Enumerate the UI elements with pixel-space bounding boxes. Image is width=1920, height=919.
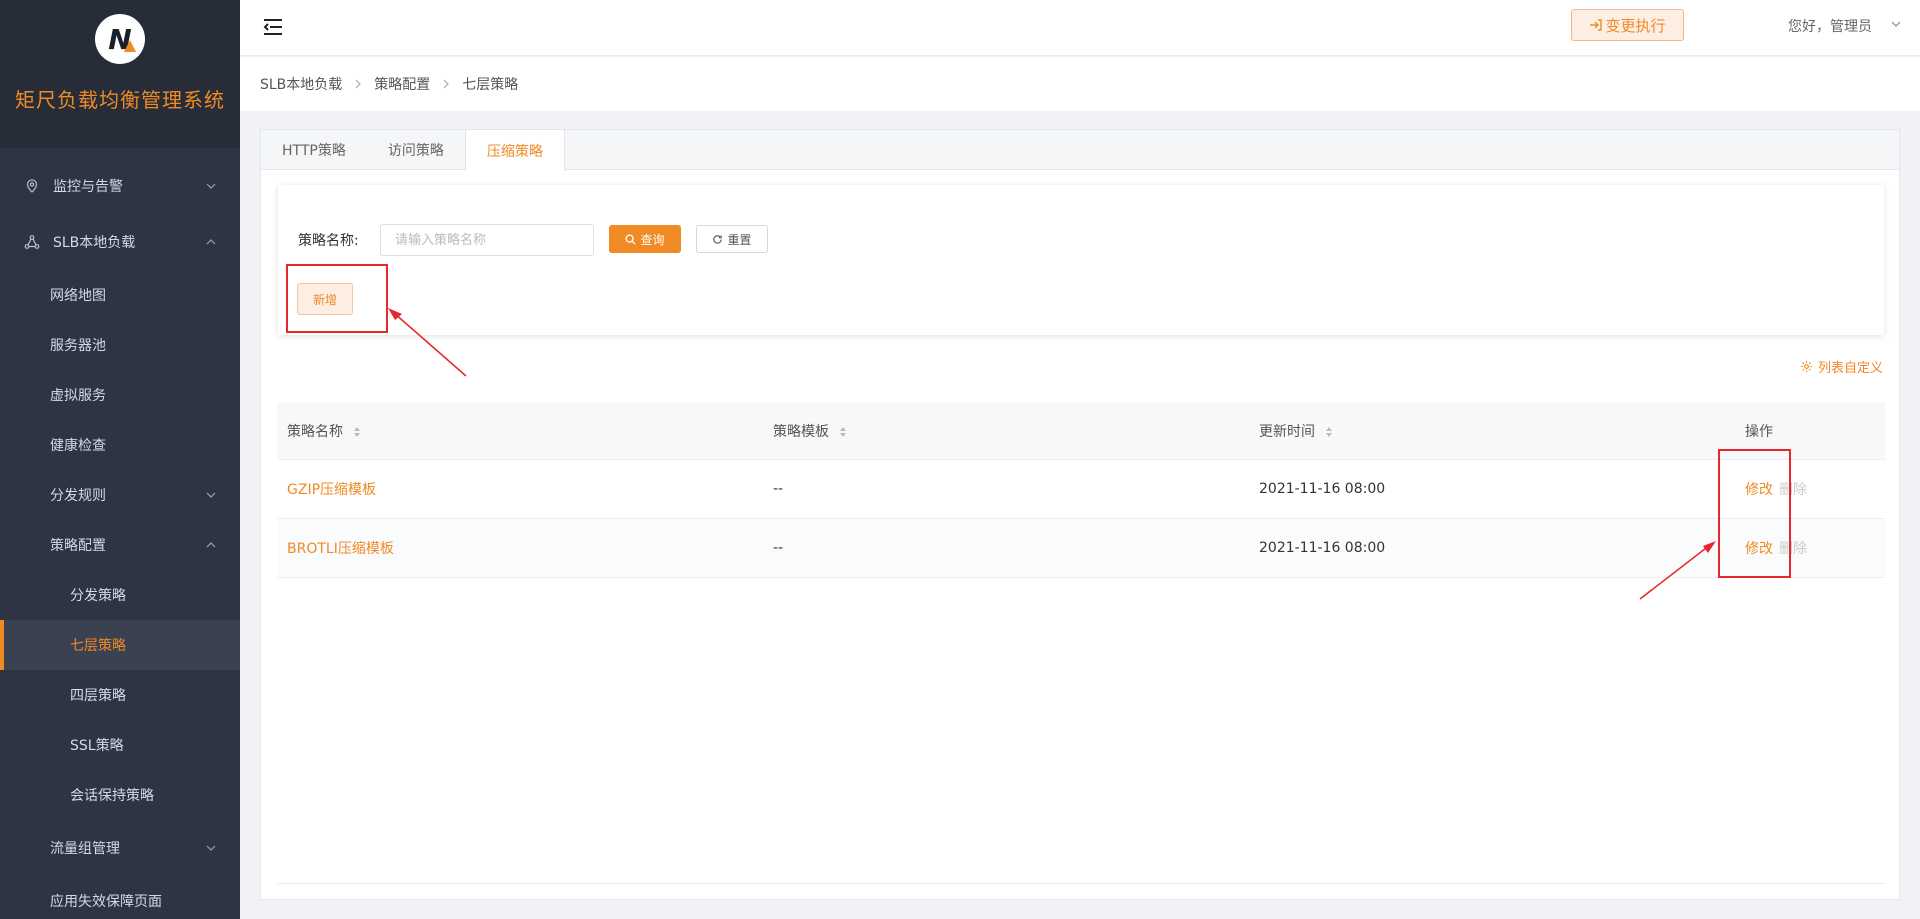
breadcrumb-item[interactable]: 策略配置 [374, 74, 430, 94]
column-header-label: 更新时间 [1259, 423, 1315, 440]
annotation-box-edit [1718, 449, 1791, 578]
sidebar: N 矩尺负载均衡管理系统 监控与告警 SLB本地负载 网络地图 服务器池 虚拟服… [0, 0, 240, 919]
search-card: 策略名称: 查询 重置 新增 [278, 185, 1884, 335]
column-header-actions: 操作 [1735, 421, 1885, 441]
sidebar-item-monitoring[interactable]: 监控与告警 [0, 158, 240, 214]
chevron-up-icon [206, 542, 216, 548]
sidebar-item-virtual-service[interactable]: 虚拟服务 [0, 370, 240, 420]
sidebar-item-failover-page[interactable]: 应用失效保障页面 [0, 876, 240, 919]
column-header-name[interactable]: 策略名称 [277, 421, 763, 441]
chevron-right-icon [355, 79, 362, 89]
sidebar-item-label: 应用失效保障页面 [50, 894, 162, 910]
sidebar-item-server-pool[interactable]: 服务器池 [0, 320, 240, 370]
top-header: 变更执行 您好，管理员 [240, 0, 1920, 56]
sidebar-item-l4-policy[interactable]: 四层策略 [0, 670, 240, 720]
updated-time-cell: 2021-11-16 08:00 [1259, 481, 1386, 497]
sidebar-item-label: 服务器池 [50, 338, 106, 354]
sidebar-item-label: 分发策略 [70, 588, 126, 604]
table-header: 策略名称 策略模板 更新时间 操作 [277, 402, 1885, 460]
sidebar-item-label: 七层策略 [70, 638, 126, 654]
sort-icon[interactable] [353, 426, 361, 438]
settings-icon [1800, 360, 1813, 373]
table-row: GZIP压缩模板 -- 2021-11-16 08:00 修改 删除 [277, 460, 1885, 519]
sidebar-menu: 监控与告警 SLB本地负载 网络地图 服务器池 虚拟服务 健康检查 分发规则 策… [0, 158, 240, 919]
chevron-down-icon [206, 183, 216, 189]
tab-access-policy[interactable]: 访问策略 [367, 130, 465, 170]
sidebar-item-label: 流量组管理 [50, 841, 120, 857]
sidebar-item-l7-policy[interactable]: 七层策略 [0, 620, 240, 670]
column-header-updated[interactable]: 更新时间 [1249, 421, 1735, 441]
sidebar-item-label: SSL策略 [70, 738, 124, 754]
brand: N 矩尺负载均衡管理系统 [0, 0, 240, 148]
policy-name-link[interactable]: BROTLI压缩模板 [287, 541, 394, 557]
user-greeting[interactable]: 您好，管理员 [1788, 16, 1872, 36]
search-label: 策略名称: [298, 233, 359, 249]
sidebar-item-policy-config[interactable]: 策略配置 [0, 520, 240, 570]
chevron-right-icon [443, 79, 450, 89]
menu-fold-icon[interactable] [262, 17, 284, 37]
column-header-label: 操作 [1745, 423, 1773, 440]
reset-button-label: 重置 [727, 232, 752, 247]
annotation-arrow-add [388, 308, 467, 377]
sidebar-item-label: 虚拟服务 [50, 388, 106, 404]
location-icon [26, 179, 38, 193]
tab-compression-policy[interactable]: 压缩策略 [464, 130, 565, 171]
breadcrumb-item[interactable]: SLB本地负载 [260, 74, 342, 94]
column-header-template[interactable]: 策略模板 [763, 421, 1249, 441]
sidebar-item-network-map[interactable]: 网络地图 [0, 270, 240, 320]
customize-columns-label: 列表自定义 [1817, 361, 1883, 376]
chevron-down-icon[interactable] [1890, 18, 1902, 30]
sidebar-item-label: 策略配置 [50, 538, 106, 554]
sidebar-item-label: 分发规则 [50, 488, 106, 504]
sidebar-item-label: 网络地图 [50, 288, 106, 304]
breadcrumb-item: 七层策略 [462, 77, 519, 93]
logo-triangle [124, 40, 136, 52]
policy-name-input[interactable] [380, 224, 594, 256]
change-execute-label: 变更执行 [1605, 16, 1666, 35]
chevron-down-icon [206, 845, 216, 851]
logo: N [95, 14, 145, 64]
refresh-icon [713, 234, 723, 244]
main-panel: HTTP策略 访问策略 压缩策略 策略名称: 查询 重置 新增 列表自定义 策略… [260, 129, 1900, 900]
breadcrumb: SLB本地负载 策略配置 七层策略 [240, 57, 1920, 111]
query-button-label: 查询 [640, 232, 665, 247]
customize-columns-button[interactable]: 列表自定义 [1800, 357, 1883, 376]
sidebar-item-slb[interactable]: SLB本地负载 [0, 214, 240, 270]
tab-http-policy[interactable]: HTTP策略 [261, 130, 367, 170]
policy-template-cell: -- [773, 481, 784, 497]
sign-in-icon [1590, 19, 1603, 31]
sidebar-item-dispatch-rules[interactable]: 分发规则 [0, 470, 240, 520]
sidebar-item-dispatch-policy[interactable]: 分发策略 [0, 570, 240, 620]
sidebar-item-label: 健康检查 [50, 438, 106, 454]
sidebar-item-traffic-group[interactable]: 流量组管理 [0, 820, 240, 876]
policy-template-cell: -- [773, 540, 784, 556]
chevron-down-icon [206, 492, 216, 498]
sort-icon[interactable] [1325, 426, 1333, 438]
sidebar-item-label: 四层策略 [70, 688, 126, 704]
column-header-label: 策略名称 [287, 423, 343, 440]
change-execute-button[interactable]: 变更执行 [1571, 9, 1684, 41]
sidebar-item-label: SLB本地负载 [53, 235, 136, 251]
policy-name-link[interactable]: GZIP压缩模板 [287, 482, 376, 498]
sort-icon[interactable] [839, 426, 847, 438]
annotation-box-add [286, 264, 388, 333]
column-header-label: 策略模板 [773, 423, 829, 440]
chevron-up-icon [206, 239, 216, 245]
sidebar-item-health-check[interactable]: 健康检查 [0, 420, 240, 470]
sidebar-item-label: 监控与告警 [53, 179, 123, 195]
sidebar-item-session-persistence[interactable]: 会话保持策略 [0, 770, 240, 820]
annotation-arrow-edit [1639, 541, 1716, 600]
tab-bar: HTTP策略 访问策略 压缩策略 [261, 130, 1899, 171]
search-icon [625, 233, 637, 245]
sidebar-item-ssl-policy[interactable]: SSL策略 [0, 720, 240, 770]
query-button[interactable]: 查询 [609, 225, 681, 253]
share-nodes-icon [24, 235, 40, 249]
reset-button[interactable]: 重置 [696, 225, 768, 253]
sidebar-item-label: 会话保持策略 [70, 788, 154, 804]
table-bottom-divider [277, 883, 1885, 884]
brand-title: 矩尺负载均衡管理系统 [15, 88, 225, 112]
